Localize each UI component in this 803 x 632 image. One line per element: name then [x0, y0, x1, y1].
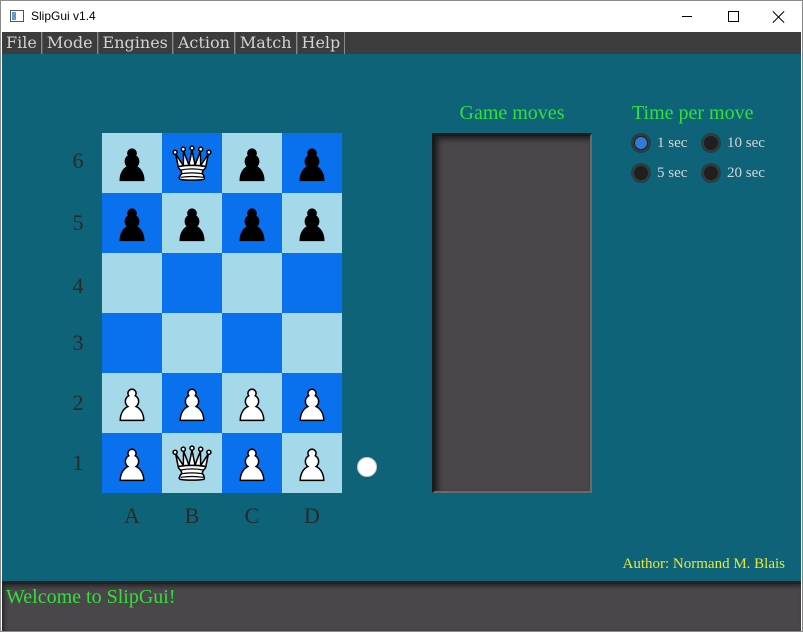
- board-square[interactable]: [162, 253, 222, 313]
- white-pawn-icon: [169, 380, 215, 426]
- time-option-10-sec[interactable]: 10 sec: [702, 134, 765, 152]
- board-square[interactable]: [222, 373, 282, 433]
- board-square[interactable]: [282, 253, 342, 313]
- board-square[interactable]: [282, 313, 342, 373]
- white-queen-icon: [169, 140, 215, 186]
- board-square[interactable]: [102, 253, 162, 313]
- board-square[interactable]: [102, 373, 162, 433]
- file-label: C: [244, 503, 260, 528]
- radio-label: 1 sec: [657, 134, 688, 151]
- menu-bar: File Mode Engines Action Match Help: [2, 32, 801, 54]
- app-icon: [10, 10, 24, 22]
- radio-label: 5 sec: [657, 164, 688, 181]
- black-pawn-icon: [109, 200, 155, 246]
- board-square[interactable]: [282, 373, 342, 433]
- board-square[interactable]: [102, 433, 162, 493]
- board-square[interactable]: [162, 193, 222, 253]
- close-icon: [773, 11, 785, 23]
- board-square[interactable]: [222, 433, 282, 493]
- board-square[interactable]: [162, 433, 222, 493]
- board-square[interactable]: [222, 313, 282, 373]
- rank-label: 5: [72, 210, 84, 235]
- rank-label: 2: [72, 390, 84, 415]
- board-square[interactable]: [282, 133, 342, 193]
- author-credit: Author: Normand M. Blais: [622, 556, 786, 572]
- game-moves-title: Game moves: [459, 102, 565, 124]
- radio-button[interactable]: [632, 164, 650, 182]
- board-square[interactable]: [162, 133, 222, 193]
- menu-action[interactable]: Action: [172, 32, 235, 54]
- file-label: A: [124, 503, 140, 528]
- game-moves-list[interactable]: [432, 133, 592, 493]
- file-label: B: [184, 503, 200, 528]
- radio-button[interactable]: [702, 164, 720, 182]
- white-pawn-icon: [229, 380, 275, 426]
- rank-label: 3: [72, 330, 84, 355]
- menu-file[interactable]: File: [2, 32, 42, 54]
- radio-label: 10 sec: [727, 134, 765, 151]
- white-queen-icon: [169, 440, 215, 486]
- title-bar[interactable]: SlipGui v1.4: [1, 1, 802, 32]
- white-pawn-icon: [289, 380, 335, 426]
- black-pawn-icon: [289, 140, 335, 186]
- maximize-icon: [727, 11, 739, 22]
- rank-label: 6: [72, 148, 84, 173]
- time-per-move-title: Time per move: [632, 102, 754, 124]
- white-pawn-icon: [289, 440, 335, 486]
- radio-label: 20 sec: [727, 164, 765, 181]
- radio-button[interactable]: [632, 134, 650, 152]
- main-area: 6 5 4 3 2 1 A B C D Game moves Time per …: [2, 54, 801, 581]
- black-pawn-icon: [169, 200, 215, 246]
- chess-board: [102, 133, 342, 493]
- turn-indicator: [357, 457, 377, 477]
- board-square[interactable]: [102, 133, 162, 193]
- board-square[interactable]: [282, 193, 342, 253]
- rank-label: 4: [72, 273, 84, 298]
- black-pawn-icon: [229, 200, 275, 246]
- minimize-button[interactable]: [664, 1, 710, 32]
- board-square[interactable]: [222, 133, 282, 193]
- app-window: SlipGui v1.4 File Mode Engines Action Ma…: [0, 0, 803, 632]
- time-option-20-sec[interactable]: 20 sec: [702, 164, 765, 182]
- board-square[interactable]: [162, 373, 222, 433]
- white-pawn-icon: [109, 440, 155, 486]
- status-bar: Welcome to SlipGui!: [2, 581, 801, 631]
- menu-help[interactable]: Help: [296, 32, 346, 54]
- window-title: SlipGui v1.4: [31, 9, 96, 23]
- file-label: D: [304, 503, 320, 528]
- time-option-5-sec[interactable]: 5 sec: [632, 164, 687, 182]
- black-pawn-icon: [229, 140, 275, 186]
- black-pawn-icon: [109, 140, 155, 186]
- board-square[interactable]: [102, 313, 162, 373]
- time-option-1-sec[interactable]: 1 sec: [632, 134, 687, 152]
- rank-label: 1: [72, 450, 84, 475]
- radio-button[interactable]: [702, 134, 720, 152]
- black-pawn-icon: [289, 200, 335, 246]
- board-square[interactable]: [282, 433, 342, 493]
- board-square[interactable]: [222, 193, 282, 253]
- menu-mode[interactable]: Mode: [41, 32, 98, 54]
- minimize-icon: [682, 16, 692, 17]
- board-square[interactable]: [102, 193, 162, 253]
- board-square[interactable]: [162, 313, 222, 373]
- menu-match[interactable]: Match: [234, 32, 297, 54]
- close-button[interactable]: [756, 1, 802, 32]
- menu-engines[interactable]: Engines: [97, 32, 173, 54]
- board-square[interactable]: [222, 253, 282, 313]
- white-pawn-icon: [109, 380, 155, 426]
- maximize-button[interactable]: [710, 1, 756, 32]
- white-pawn-icon: [229, 440, 275, 486]
- status-message: Welcome to SlipGui!: [6, 586, 176, 608]
